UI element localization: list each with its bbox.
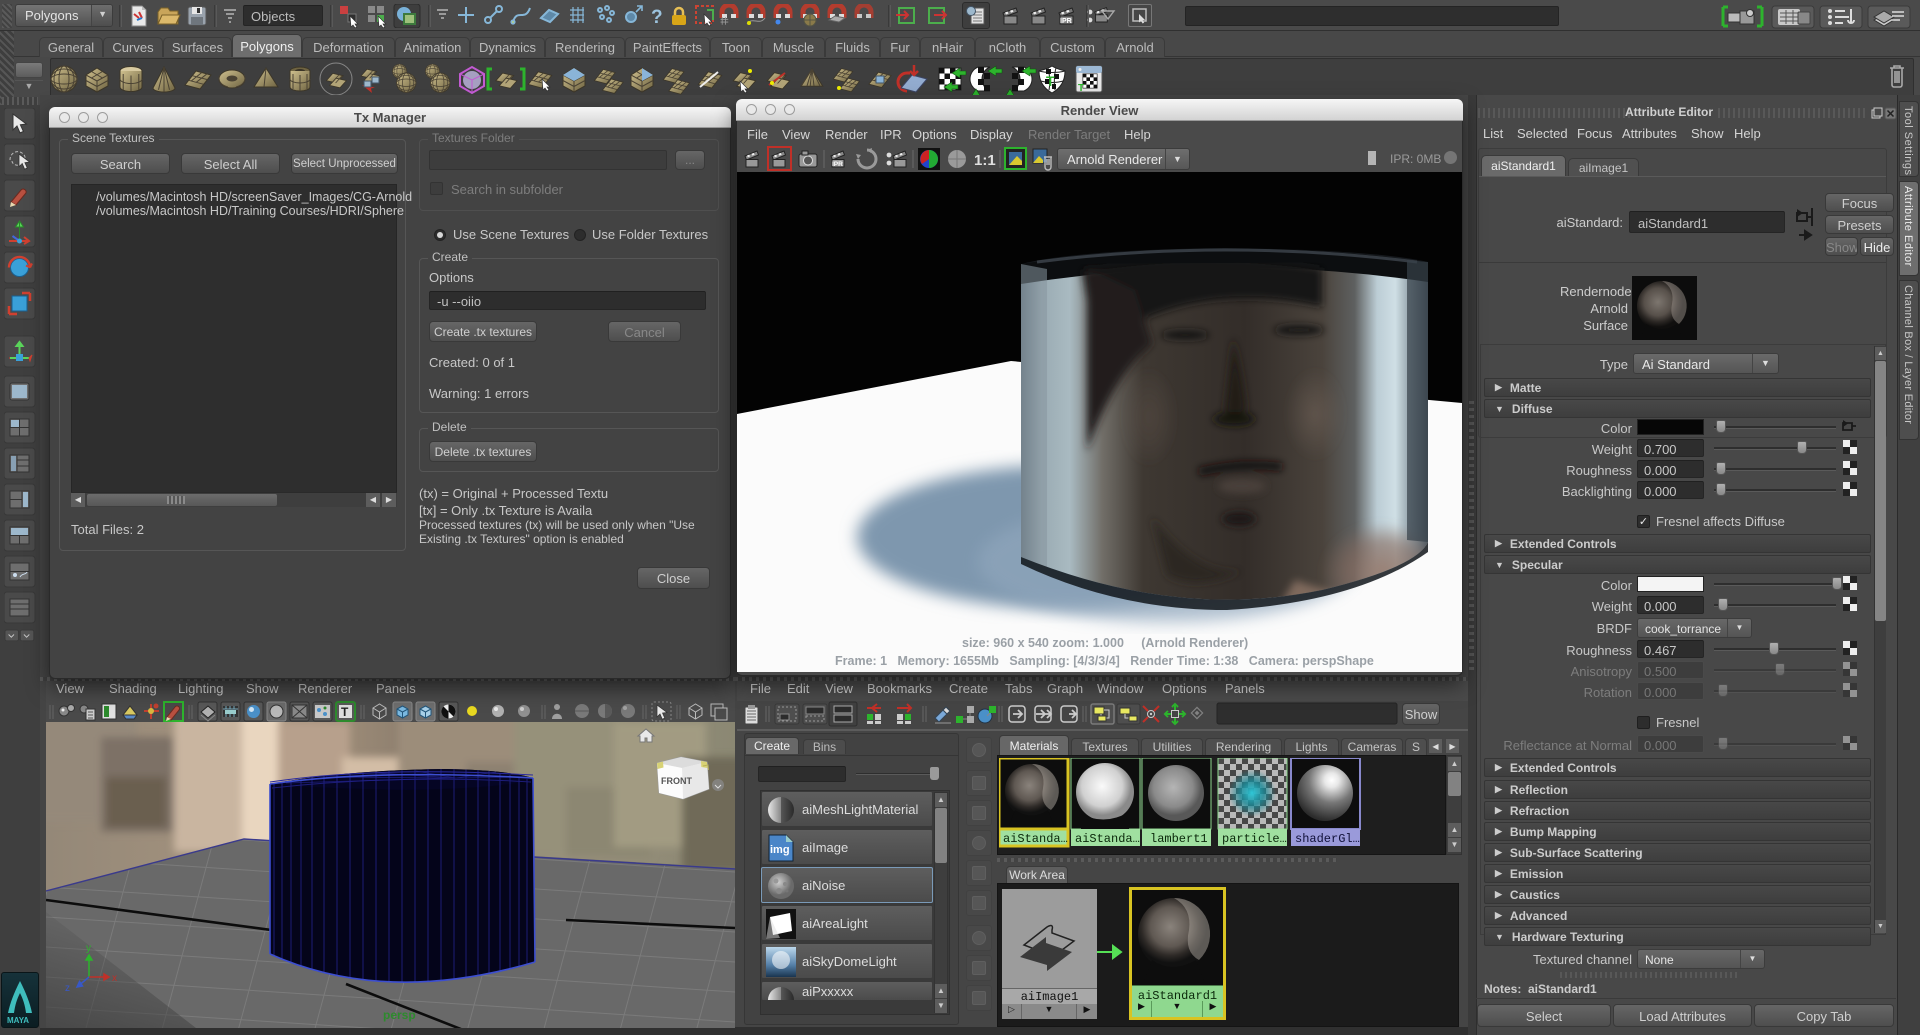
svg-text:shaderGl…: shaderGl… bbox=[1295, 832, 1360, 846]
svg-text:img: img bbox=[770, 844, 790, 856]
svg-text:?: ? bbox=[651, 7, 663, 28]
svg-text:T: T bbox=[1078, 83, 1084, 94]
svg-text:FRONT: FRONT bbox=[661, 776, 692, 786]
svg-text:size: 960 x 540 zoom: 1.000: size: 960 x 540 zoom: 1.000 (Arnold Rend… bbox=[962, 636, 1248, 650]
svg-text:MAYA: MAYA bbox=[7, 1016, 29, 1025]
svg-text:particle…: particle… bbox=[1222, 832, 1287, 846]
svg-text:z: z bbox=[65, 983, 70, 994]
svg-text:y: y bbox=[86, 943, 91, 954]
svg-text:aiStanda…: aiStanda… bbox=[1003, 832, 1068, 846]
svg-text:IPR: IPR bbox=[1060, 18, 1072, 25]
svg-text:lambert1: lambert1 bbox=[1150, 832, 1208, 846]
svg-text:x: x bbox=[112, 973, 117, 984]
svg-text:T: T bbox=[1046, 73, 1055, 89]
svg-text:aiStanda…: aiStanda… bbox=[1075, 832, 1140, 846]
svg-text:IPR: IPR bbox=[832, 161, 843, 168]
svg-text:1:1: 1:1 bbox=[974, 152, 996, 169]
svg-text:persp: persp bbox=[383, 1008, 416, 1022]
svg-text:T: T bbox=[341, 705, 349, 719]
svg-text:Frame: 1 Memory: 1655Mb Sa: Frame: 1 Memory: 1655Mb Sampling: [4/3/3… bbox=[835, 654, 1374, 668]
